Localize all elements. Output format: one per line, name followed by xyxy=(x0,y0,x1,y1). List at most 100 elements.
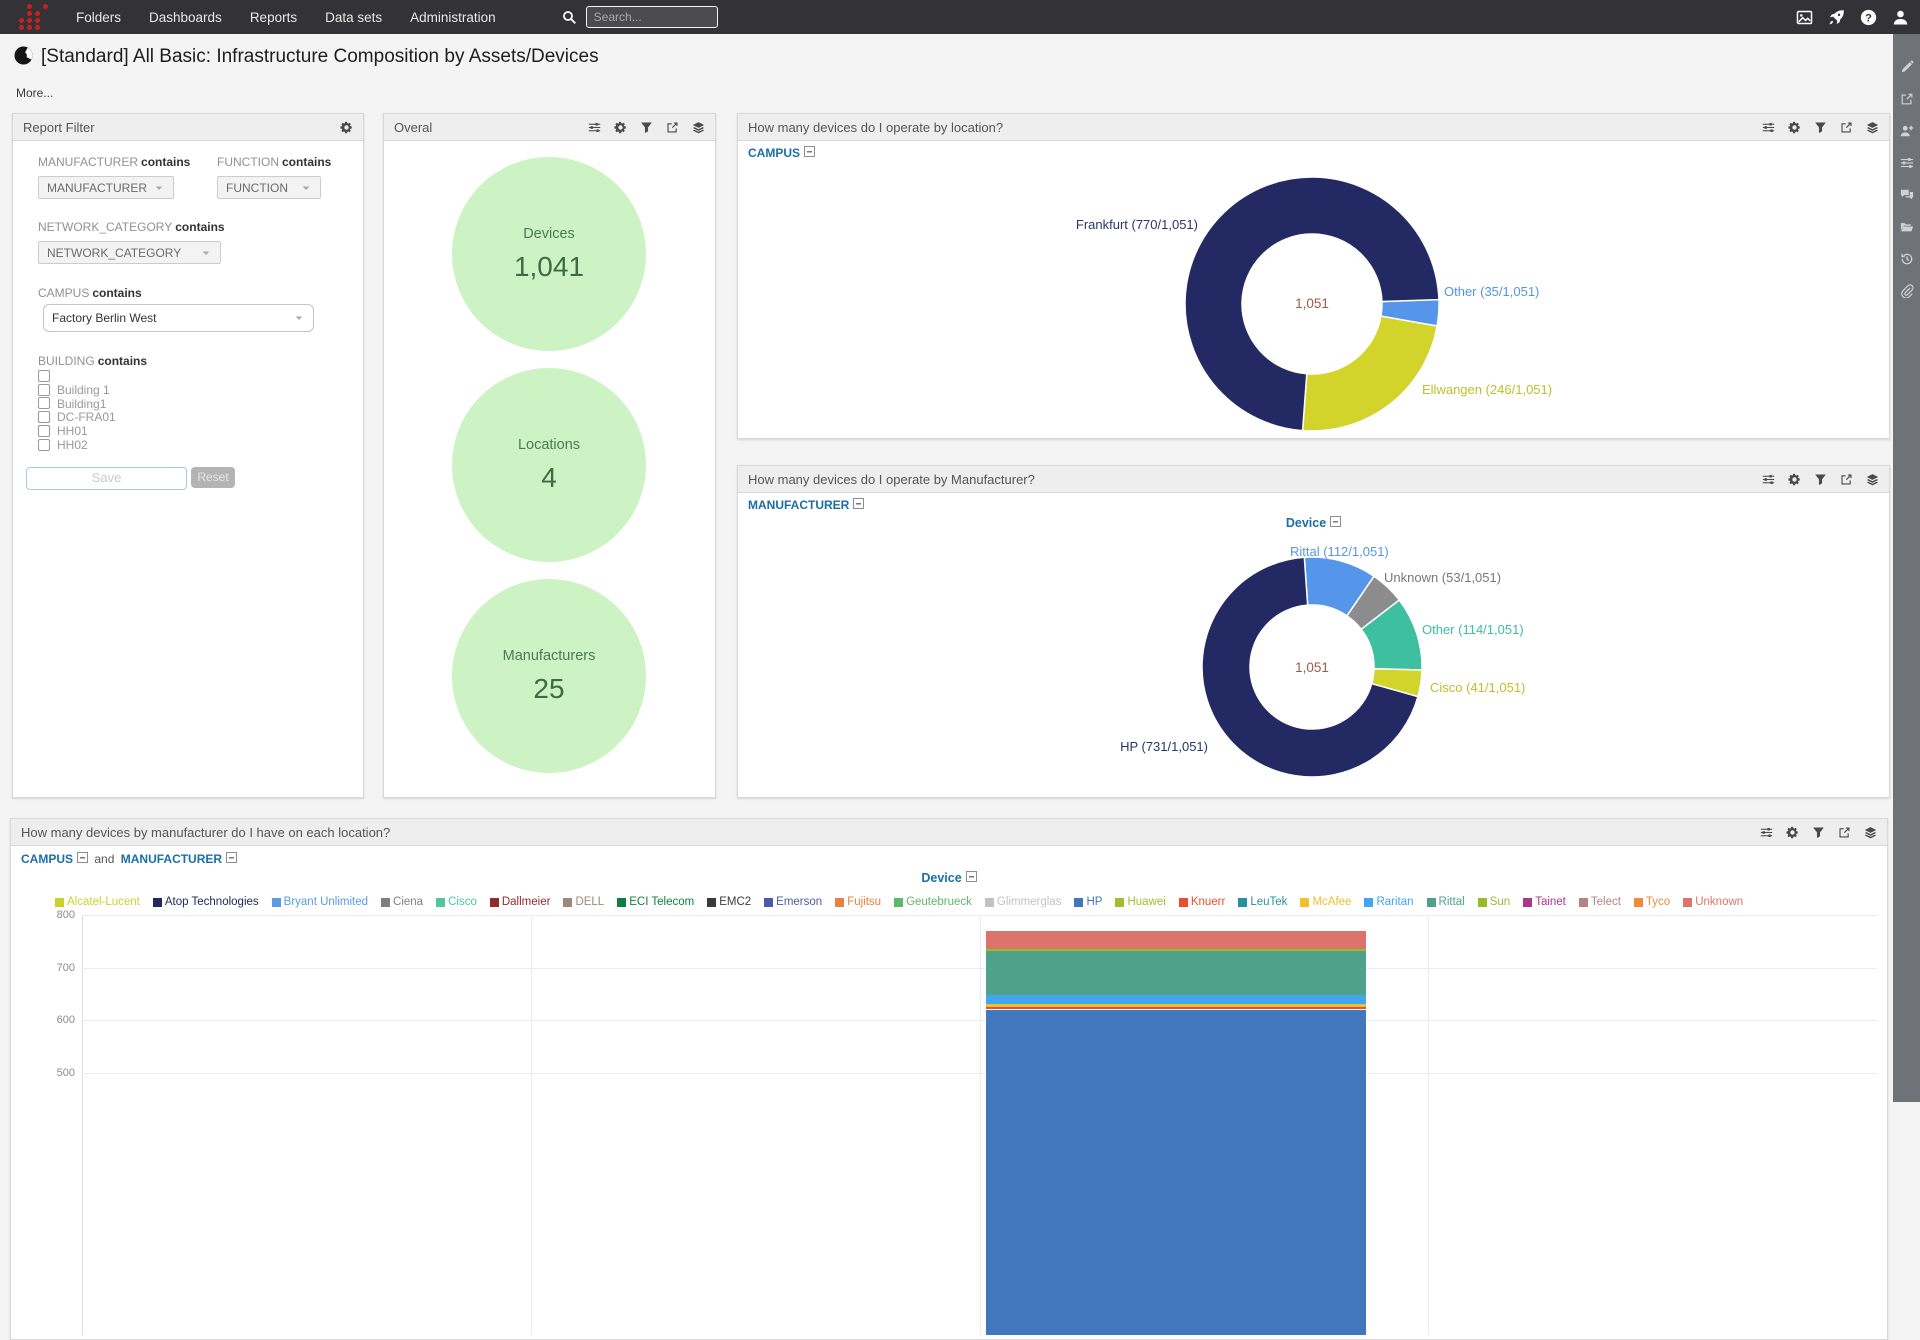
search-icon[interactable] xyxy=(562,10,577,25)
network-category-select[interactable]: NETWORK_CATEGORY xyxy=(38,241,221,264)
legend-item-fujitsu[interactable]: Fujitsu xyxy=(835,896,881,908)
legend-item-geutebrueck[interactable]: Geutebrueck xyxy=(894,896,972,908)
comments-icon[interactable] xyxy=(1900,188,1914,202)
nav-item-data-sets[interactable]: Data sets xyxy=(325,10,382,25)
collapse-box-icon[interactable] xyxy=(853,498,864,509)
legend-item-mcafee[interactable]: McAfee xyxy=(1300,896,1351,908)
export-icon[interactable] xyxy=(1840,473,1853,486)
campus-dimension-link[interactable]: CAMPUS xyxy=(21,852,73,866)
manufacturer-dimension-link[interactable]: MANUFACTURER xyxy=(748,498,849,512)
gear-icon[interactable] xyxy=(1786,826,1799,839)
sliders-icon[interactable] xyxy=(1760,826,1773,839)
campus-dimension-link[interactable]: CAMPUS xyxy=(748,146,800,160)
image-icon[interactable] xyxy=(1796,9,1813,26)
legend-item-tainet[interactable]: Tainet xyxy=(1523,896,1566,908)
legend-item-alcatel-lucent[interactable]: Alcatel-Lucent xyxy=(55,896,140,908)
gear-icon[interactable] xyxy=(1788,473,1801,486)
legend-item-rittal[interactable]: Rittal xyxy=(1427,896,1465,908)
function-select[interactable]: FUNCTION xyxy=(217,176,321,199)
sliders-icon[interactable] xyxy=(1762,121,1775,134)
filter-icon[interactable] xyxy=(1814,473,1827,486)
legend-item-emerson[interactable]: Emerson xyxy=(764,896,822,908)
legend-item-hp[interactable]: HP xyxy=(1074,896,1102,908)
nav-item-folders[interactable]: Folders xyxy=(76,10,121,25)
checkbox[interactable] xyxy=(38,439,50,451)
reset-button[interactable]: Reset xyxy=(191,467,235,488)
bar-segment-sun[interactable] xyxy=(986,949,1366,951)
filter-icon[interactable] xyxy=(1814,121,1827,134)
legend-item-bryant-unlimited[interactable]: Bryant Unlimited xyxy=(272,896,368,908)
filter-icon[interactable] xyxy=(640,121,653,134)
legend-item-dallmeier[interactable]: Dallmeier xyxy=(490,896,551,908)
sliders-icon[interactable] xyxy=(588,121,601,134)
nav-item-administration[interactable]: Administration xyxy=(410,10,496,25)
sliders-icon[interactable] xyxy=(1762,473,1775,486)
app-logo[interactable] xyxy=(18,4,50,30)
legend-item-tyco[interactable]: Tyco xyxy=(1634,896,1670,908)
layers-icon[interactable] xyxy=(1864,826,1877,839)
layers-icon[interactable] xyxy=(1866,473,1879,486)
nav-item-reports[interactable]: Reports xyxy=(250,10,297,25)
bar-segment-rittal[interactable] xyxy=(986,951,1366,996)
checkbox[interactable] xyxy=(38,370,50,382)
bar-segment-hp[interactable] xyxy=(986,1010,1366,1336)
collapse-box-icon[interactable] xyxy=(1330,516,1341,527)
gear-icon[interactable] xyxy=(614,121,627,134)
legend-item-dell[interactable]: DELL xyxy=(563,896,604,908)
layers-icon[interactable] xyxy=(692,121,705,134)
filter-icon[interactable] xyxy=(1812,826,1825,839)
campus-select[interactable]: Factory Berlin West xyxy=(43,304,314,332)
manufacturer-select[interactable]: MANUFACTURER xyxy=(38,176,174,199)
collapse-box-icon[interactable] xyxy=(966,871,977,882)
legend-item-glimmerglas[interactable]: Glimmerglas xyxy=(985,896,1062,908)
share-icon[interactable] xyxy=(1900,92,1914,106)
help-icon[interactable]: ? xyxy=(1860,9,1877,26)
checkbox[interactable] xyxy=(38,425,50,437)
export-icon[interactable] xyxy=(666,121,679,134)
legend-item-telect[interactable]: Telect xyxy=(1579,896,1621,908)
legend-item-raritan[interactable]: Raritan xyxy=(1364,896,1413,908)
history-icon[interactable] xyxy=(1900,252,1914,266)
sliders-icon[interactable] xyxy=(1900,156,1914,170)
pie-slice-ellwangen[interactable] xyxy=(1303,316,1437,431)
user-icon[interactable] xyxy=(1892,9,1909,26)
save-button[interactable]: Save xyxy=(26,467,187,490)
layers-icon[interactable] xyxy=(1866,121,1879,134)
pencil-icon[interactable] xyxy=(1900,60,1914,74)
bar-segment-unknown[interactable] xyxy=(986,931,1366,949)
collapse-box-icon[interactable] xyxy=(804,146,815,157)
bar-segment-knuerr[interactable] xyxy=(986,1007,1366,1009)
folder-open-icon[interactable] xyxy=(1900,220,1914,234)
device-series-link[interactable]: Device xyxy=(1286,516,1326,530)
paperclip-icon[interactable] xyxy=(1900,284,1914,298)
nav-item-dashboards[interactable]: Dashboards xyxy=(149,10,222,25)
legend-item-leutek[interactable]: LeuTek xyxy=(1238,896,1287,908)
legend-item-atop-technologies[interactable]: Atop Technologies xyxy=(153,896,259,908)
checkbox[interactable] xyxy=(38,411,50,423)
legend-item-ciena[interactable]: Ciena xyxy=(381,896,423,908)
collapse-box-icon[interactable] xyxy=(77,852,88,863)
export-icon[interactable] xyxy=(1840,121,1853,134)
legend-label: ECI Telecom xyxy=(629,896,694,908)
bar-segment-raritan[interactable] xyxy=(986,995,1366,1004)
legend-item-sun[interactable]: Sun xyxy=(1478,896,1510,908)
legend-item-cisco[interactable]: Cisco xyxy=(436,896,477,908)
gear-icon[interactable] xyxy=(340,121,353,134)
legend-item-knuerr[interactable]: Knuerr xyxy=(1179,896,1226,908)
more-link[interactable]: More... xyxy=(16,86,53,100)
legend-item-huawei[interactable]: Huawei xyxy=(1115,896,1165,908)
checkbox[interactable] xyxy=(38,384,50,396)
rocket-icon[interactable] xyxy=(1828,9,1845,26)
gear-icon[interactable] xyxy=(1788,121,1801,134)
checkbox[interactable] xyxy=(38,397,50,409)
bar-segment-mcafee[interactable] xyxy=(986,1004,1366,1007)
legend-item-unknown[interactable]: Unknown xyxy=(1683,896,1743,908)
export-icon[interactable] xyxy=(1838,826,1851,839)
device-series-link[interactable]: Device xyxy=(921,871,961,885)
legend-item-emc2[interactable]: EMC2 xyxy=(707,896,751,908)
collapse-box-icon[interactable] xyxy=(226,852,237,863)
legend-item-eci-telecom[interactable]: ECI Telecom xyxy=(617,896,694,908)
manufacturer-dimension-link[interactable]: MANUFACTURER xyxy=(121,852,222,866)
search-input[interactable] xyxy=(586,6,718,28)
user-plus-icon[interactable] xyxy=(1900,124,1914,138)
